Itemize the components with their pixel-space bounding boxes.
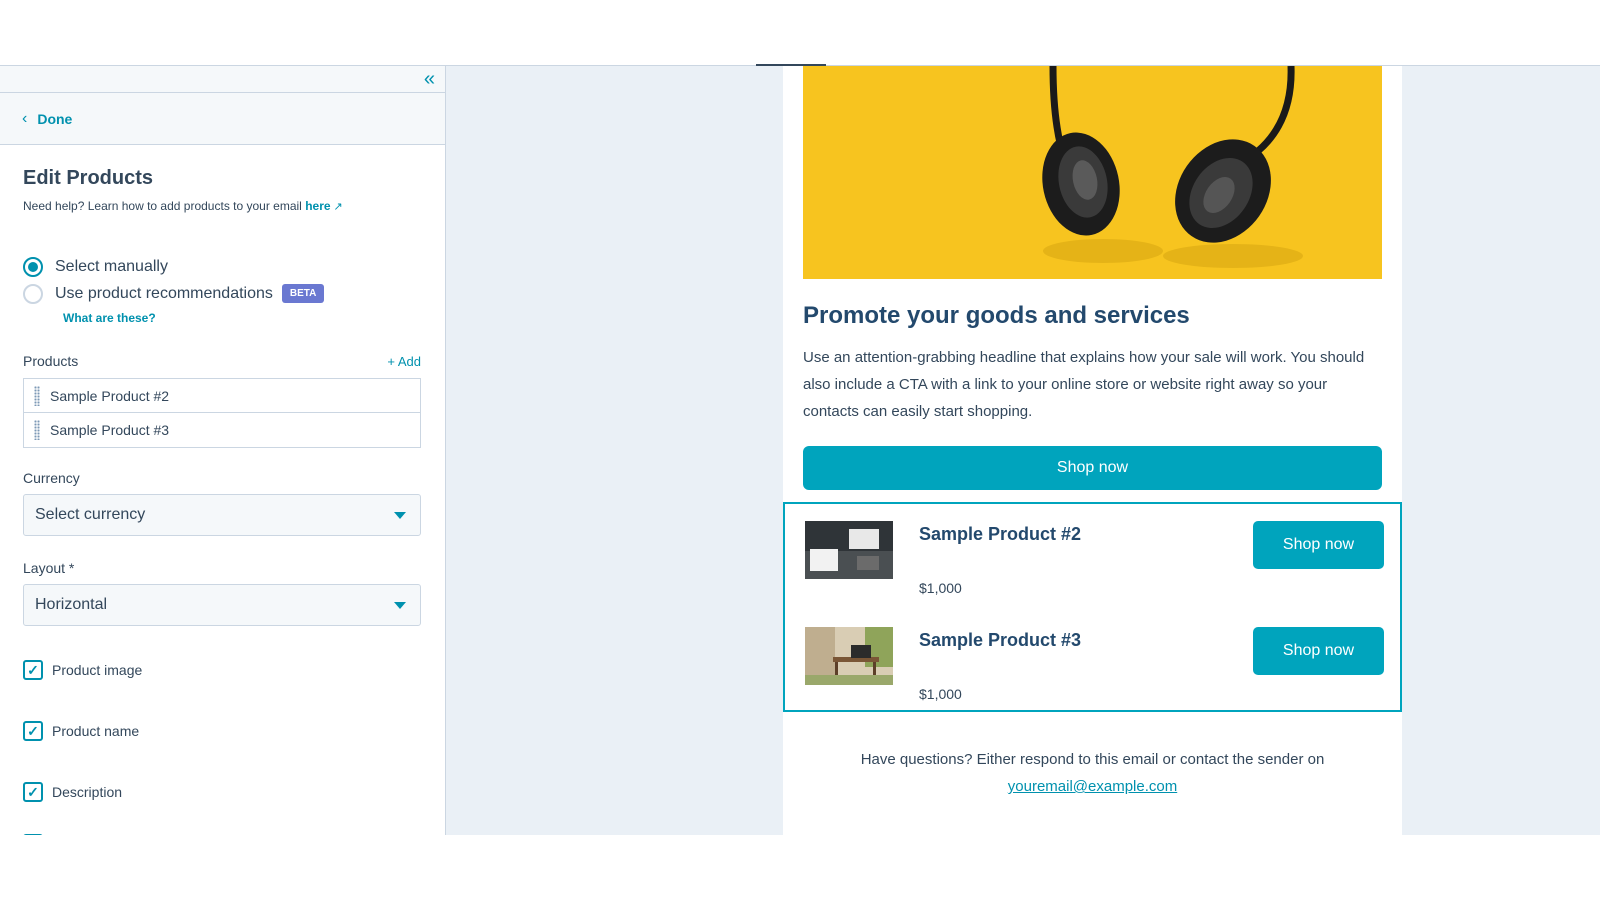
radio-use-recommendations[interactable]: Use product recommendations BETA <box>23 280 421 307</box>
shop-now-main-button[interactable]: Shop now <box>803 446 1382 490</box>
product-list-item[interactable]: Sample Product #2 <box>24 379 420 413</box>
product-price: $1,000 <box>919 686 962 702</box>
sidebar-collapse-row: « <box>0 66 445 93</box>
beta-badge: BETA <box>281 284 325 303</box>
layout-select[interactable]: Horizontal <box>23 584 421 626</box>
email-footer: Have questions? Either respond to this e… <box>803 746 1382 800</box>
help-text: Need help? Learn how to add products to … <box>23 199 421 213</box>
top-toolbar <box>0 0 1600 66</box>
checkbox-label: Product image <box>52 662 143 678</box>
email-body-text: Use an attention-grabbing headline that … <box>803 349 1365 420</box>
product-thumbnail-workspace <box>805 627 893 685</box>
products-header: Products + Add <box>23 353 421 369</box>
drag-handle-icon[interactable] <box>34 385 40 406</box>
product-shop-now-button[interactable]: Shop now <box>1253 521 1384 569</box>
radio-button-checked[interactable] <box>23 256 43 277</box>
double-chevron-left-icon[interactable]: « <box>424 69 435 89</box>
product-image <box>805 521 893 579</box>
product-list-item-label: Sample Product #3 <box>50 422 170 438</box>
email-headline: Promote your goods and services <box>803 302 1190 329</box>
caret-down-icon <box>394 601 406 609</box>
radio-select-manually[interactable]: Select manually <box>23 253 421 280</box>
sidebar-title: Edit Products <box>23 167 154 189</box>
product-list-item[interactable]: Sample Product #3 <box>24 413 420 447</box>
product-list: Sample Product #2 Sample Product #3 <box>23 378 421 448</box>
checkbox-description[interactable]: ✓ Description <box>23 782 421 802</box>
editor-workspace: « ‹ Done Edit Products Need help? Learn … <box>0 66 1600 835</box>
product-thumbnail-desk <box>805 521 893 579</box>
layout-label: Layout * <box>23 560 75 576</box>
help-link[interactable]: here <box>305 199 330 213</box>
headphones-illustration <box>803 66 1382 279</box>
done-label: Done <box>37 110 73 127</box>
product-card: Sample Product #2 $1,000 Shop now <box>805 512 1384 602</box>
product-name: Sample Product #3 <box>919 630 1082 650</box>
email-preview: Promote your goods and services Use an a… <box>783 66 1402 835</box>
checkbox-checked-icon[interactable]: ✓ <box>23 782 43 802</box>
currency-select[interactable]: Select currency <box>23 494 421 536</box>
hero-image-headphones[interactable] <box>803 66 1382 279</box>
product-shop-now-button[interactable]: Shop now <box>1253 627 1384 675</box>
drag-handle-icon[interactable] <box>34 420 40 440</box>
radio-button-unchecked[interactable] <box>23 283 43 304</box>
checkbox-label: Product name <box>52 723 140 739</box>
product-source-radio-group: Select manually Use product recommendati… <box>23 253 421 325</box>
product-card: Sample Product #3 $1,000 Shop now <box>805 618 1384 708</box>
help-text-body: Need help? Learn how to add products to … <box>23 199 302 213</box>
currency-select-value: Select currency <box>35 506 146 523</box>
product-image <box>805 627 893 685</box>
chevron-left-icon: ‹ <box>22 109 28 127</box>
caret-down-icon <box>394 511 406 519</box>
product-name: Sample Product #2 <box>919 524 1082 544</box>
what-are-these-link[interactable]: What are these? <box>63 311 421 325</box>
checkbox-checked-icon[interactable]: ✓ <box>23 721 43 741</box>
checkbox-product-image[interactable]: ✓ Product image <box>23 660 421 680</box>
product-price: $1,000 <box>919 580 962 596</box>
product-list-item-label: Sample Product #2 <box>50 387 170 404</box>
products-label: Products <box>23 353 79 369</box>
sidebar-done-row: ‹ Done <box>0 93 445 145</box>
layout-select-value: Horizontal <box>35 596 108 613</box>
add-product-button[interactable]: + Add <box>387 354 421 369</box>
footer-text: Have questions? Either respond to this e… <box>860 751 1325 768</box>
checkbox-product-name[interactable]: ✓ Product name <box>23 721 421 741</box>
product-module-selected[interactable]: Sample Product #2 $1,000 Shop now Sample… <box>783 502 1402 712</box>
checkbox-checked-icon[interactable]: ✓ <box>23 660 43 680</box>
footer-email-link[interactable]: youremail@example.com <box>1008 778 1177 795</box>
bottom-bar <box>0 835 1600 900</box>
done-button[interactable]: ‹ Done <box>22 110 72 128</box>
currency-label: Currency <box>23 470 80 486</box>
edit-products-sidebar: « ‹ Done Edit Products Need help? Learn … <box>0 66 446 835</box>
external-link-icon: ↗ <box>333 201 343 213</box>
checkbox-label: Description <box>52 784 123 800</box>
radio-label: Select manually <box>55 257 168 275</box>
radio-label: Use product recommendations <box>55 284 273 302</box>
sidebar-body: Edit Products Need help? Learn how to ad… <box>0 167 445 835</box>
